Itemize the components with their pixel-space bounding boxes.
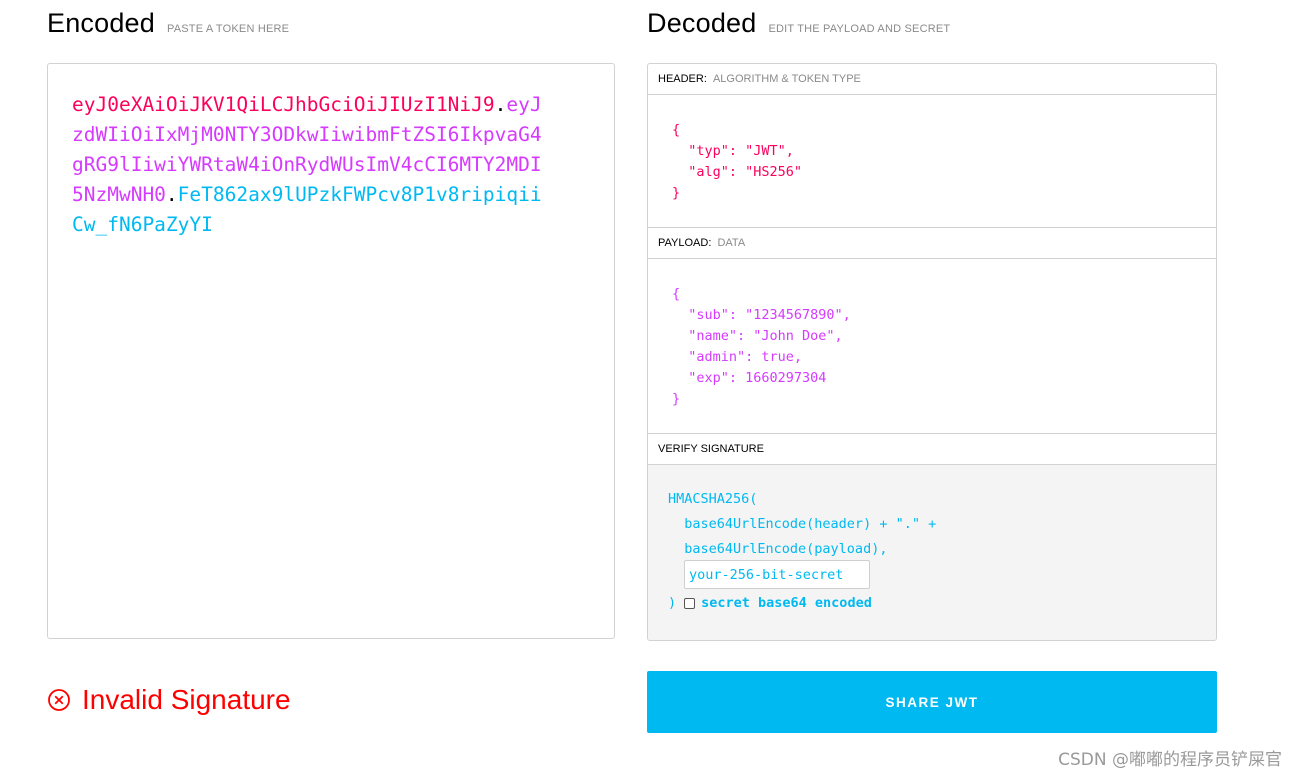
payload-encode-line: base64UrlEncode(payload), <box>668 541 888 557</box>
signature-status: Invalid Signature <box>47 684 291 716</box>
hmac-line: HMACSHA256( <box>668 491 758 507</box>
signature-panel-label: VERIFY SIGNATURE <box>658 443 764 455</box>
encoded-title: Encoded <box>47 8 155 38</box>
signature-panel-title: VERIFY SIGNATURE <box>648 434 1216 465</box>
decoded-heading: Decoded EDIT THE PAYLOAD AND SECRET <box>647 8 950 39</box>
encoded-token-input[interactable]: eyJ0eXAiOiJKV1QiLCJhbGciOiJIUzI1NiJ9.eyJ… <box>47 63 615 639</box>
header-panel-label: HEADER: <box>658 73 707 85</box>
token-header-part: eyJ0eXAiOiJKV1QiLCJhbGciOiJIUzI1NiJ9 <box>72 93 495 116</box>
base64-checkbox[interactable] <box>684 597 696 609</box>
watermark: CSDN @嘟嘟的程序员铲屎官 <box>1058 750 1282 770</box>
status-text: Invalid Signature <box>82 684 291 715</box>
x-circle-icon <box>47 688 71 712</box>
header-panel-title: HEADER: ALGORITHM & TOKEN TYPE <box>648 64 1216 95</box>
token-separator: . <box>165 183 178 206</box>
header-encode-line: base64UrlEncode(header) + "." + <box>668 516 937 532</box>
decoded-panel: HEADER: ALGORITHM & TOKEN TYPE { "typ": … <box>647 63 1217 641</box>
payload-panel-title: PAYLOAD: DATA <box>648 228 1216 259</box>
encoded-subtitle: PASTE A TOKEN HERE <box>167 23 290 35</box>
header-panel-sublabel: ALGORITHM & TOKEN TYPE <box>712 73 861 85</box>
share-jwt-button[interactable]: SHARE JWT <box>647 671 1217 733</box>
close-paren: ) <box>668 595 677 611</box>
signature-panel-body: HMACSHA256( base64UrlEncode(header) + ".… <box>648 465 1216 640</box>
token-text[interactable]: eyJ0eXAiOiJKV1QiLCJhbGciOiJIUzI1NiJ9.eyJ… <box>72 90 546 240</box>
token-separator: . <box>494 93 507 116</box>
decoded-subtitle: EDIT THE PAYLOAD AND SECRET <box>768 23 951 35</box>
base64-checkbox-label[interactable]: secret base64 encoded <box>701 595 872 611</box>
header-json-editor[interactable]: { "typ": "JWT", "alg": "HS256" } <box>648 95 1216 228</box>
decoded-title: Decoded <box>647 8 757 38</box>
encoded-heading: Encoded PASTE A TOKEN HERE <box>47 8 289 39</box>
payload-panel-sublabel: DATA <box>717 237 746 249</box>
payload-panel-label: PAYLOAD: <box>658 237 712 249</box>
payload-json[interactable]: { "sub": "1234567890", "name": "John Doe… <box>672 284 851 410</box>
header-json[interactable]: { "typ": "JWT", "alg": "HS256" } <box>672 120 802 204</box>
signature-code: HMACSHA256( base64UrlEncode(header) + ".… <box>668 487 936 562</box>
secret-input[interactable] <box>684 560 870 589</box>
payload-json-editor[interactable]: { "sub": "1234567890", "name": "John Doe… <box>648 259 1216 434</box>
signature-close-row: ) secret base64 encoded <box>668 593 872 613</box>
